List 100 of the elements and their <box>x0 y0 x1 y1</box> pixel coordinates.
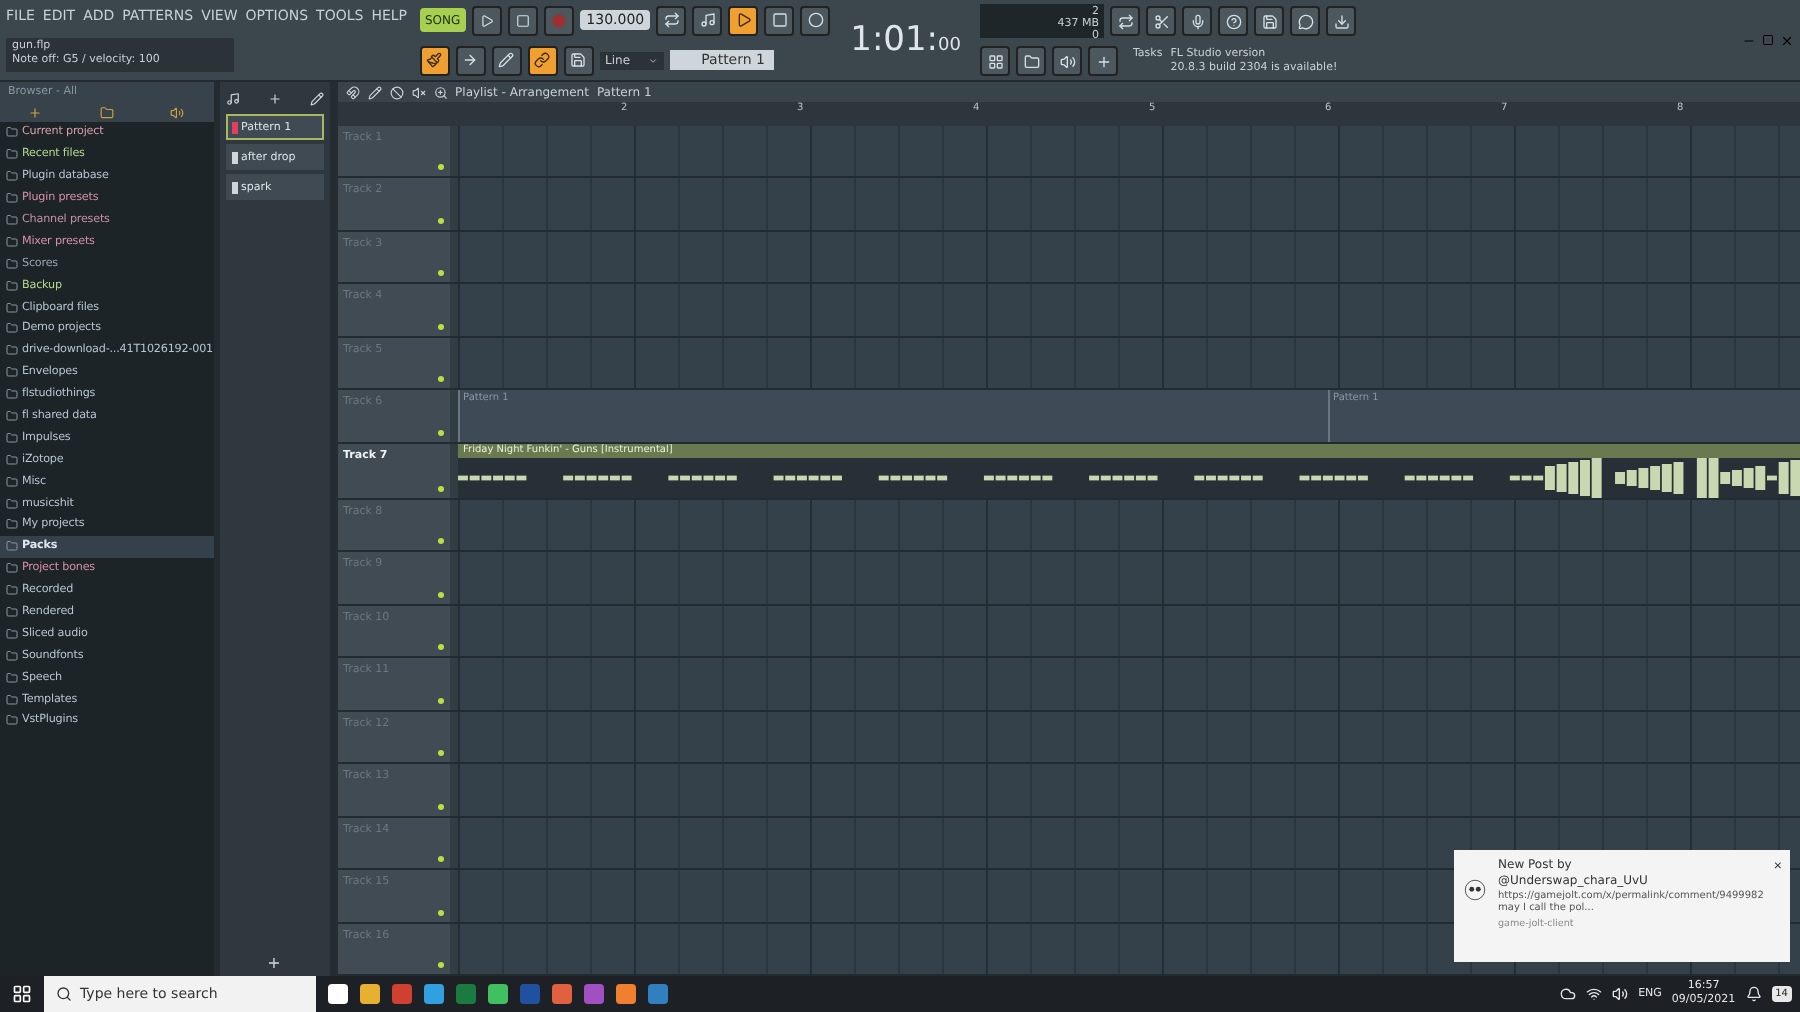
folder-icon <box>1023 53 1040 69</box>
caret-icon <box>647 55 657 65</box>
folder-icon <box>6 562 18 575</box>
plus-icon[interactable] <box>267 91 282 105</box>
track-lane[interactable] <box>457 711 1800 763</box>
track-mute-dot[interactable] <box>437 909 444 916</box>
pencil-icon <box>498 52 514 68</box>
track-mute-dot[interactable] <box>437 270 444 277</box>
window-button[interactable] <box>1016 46 1047 76</box>
folder-icon <box>6 388 18 401</box>
circle-toggle[interactable] <box>800 5 831 35</box>
play-button[interactable] <box>472 5 503 35</box>
save-button[interactable] <box>563 45 593 75</box>
folder-icon <box>6 714 18 727</box>
add-pattern-button[interactable]: + <box>225 954 324 972</box>
folder-icon <box>6 279 18 292</box>
scissors-button[interactable] <box>1146 6 1177 36</box>
folder-icon <box>6 170 18 183</box>
zoom-icon[interactable] <box>433 85 448 99</box>
track-mute-dot[interactable] <box>437 376 444 383</box>
track-lane[interactable] <box>457 126 1800 177</box>
track-lane[interactable] <box>457 337 1800 389</box>
folder-icon <box>6 584 18 597</box>
start-icon[interactable] <box>12 984 32 1004</box>
help-icon <box>1225 13 1242 29</box>
track-mute-dot[interactable] <box>437 538 444 545</box>
chat-button[interactable] <box>1290 6 1321 36</box>
note-toggle[interactable] <box>692 5 723 35</box>
track-mute-dot[interactable] <box>437 750 444 757</box>
loop-icon <box>663 12 680 28</box>
track-mute-dot[interactable] <box>437 803 444 810</box>
folder-icon <box>6 322 18 335</box>
refresh-icon <box>1117 13 1134 29</box>
track-lane[interactable] <box>457 499 1800 551</box>
track-lane[interactable] <box>457 605 1800 657</box>
folder-icon <box>6 344 18 357</box>
stop-button[interactable] <box>508 5 539 35</box>
pencil-button[interactable] <box>491 45 521 75</box>
folder-icon <box>6 671 18 684</box>
track-mute-dot[interactable] <box>437 962 444 969</box>
play-toggle[interactable] <box>728 5 759 35</box>
square-icon <box>771 12 788 28</box>
track-mute-dot[interactable] <box>437 485 444 492</box>
track-mute-dot[interactable] <box>437 323 444 330</box>
pencil-icon[interactable] <box>367 85 382 99</box>
folder-icon <box>6 410 18 423</box>
window-button[interactable] <box>1052 46 1083 76</box>
track-mute-dot[interactable] <box>437 856 444 863</box>
download-button[interactable] <box>1326 6 1357 36</box>
folder-icon <box>6 257 18 270</box>
refresh-button[interactable] <box>1110 6 1141 36</box>
save-icon <box>1261 13 1278 29</box>
speaker-icon <box>1059 53 1076 69</box>
track-mute-dot[interactable] <box>437 429 444 436</box>
speaker-icon[interactable] <box>411 85 426 99</box>
cloud-icon[interactable] <box>1560 986 1577 1002</box>
track-lane[interactable] <box>457 764 1800 816</box>
track-lane[interactable] <box>457 284 1800 336</box>
wifi-icon[interactable] <box>1586 986 1603 1002</box>
folder-icon <box>6 606 18 619</box>
folder-icon <box>6 518 18 531</box>
window-button[interactable] <box>1088 46 1119 76</box>
square-toggle[interactable] <box>764 5 795 35</box>
microphone-icon <box>1189 13 1206 29</box>
track-lane[interactable] <box>457 178 1800 230</box>
loop-toggle[interactable] <box>656 5 687 35</box>
folder-icon[interactable] <box>99 105 114 119</box>
arrow-button[interactable] <box>455 45 485 75</box>
link-icon <box>534 52 550 68</box>
folder-icon <box>6 301 18 314</box>
track-mute-dot[interactable] <box>437 591 444 598</box>
track-mute-dot[interactable] <box>437 644 444 651</box>
track-mute-dot[interactable] <box>437 164 444 171</box>
folder-icon <box>6 649 18 662</box>
magnet-icon[interactable] <box>345 85 360 99</box>
track-lane[interactable] <box>457 658 1800 710</box>
track-lane[interactable] <box>457 231 1800 283</box>
microphone-button[interactable] <box>1182 6 1213 36</box>
chat-icon <box>1297 13 1314 29</box>
plus-icon[interactable] <box>28 105 43 119</box>
folder-icon <box>6 214 18 226</box>
brush-button[interactable] <box>419 45 449 75</box>
record-icon <box>552 13 567 27</box>
link-button[interactable] <box>527 45 557 75</box>
folder-icon <box>6 366 18 379</box>
save-button[interactable] <box>1254 6 1285 36</box>
note-icon <box>699 12 716 28</box>
window-button[interactable] <box>980 46 1011 76</box>
help-button[interactable] <box>1218 6 1249 36</box>
speaker-icon[interactable] <box>1612 986 1629 1002</box>
track-mute-dot[interactable] <box>437 217 444 224</box>
mute-icon[interactable] <box>389 85 404 99</box>
search-icon <box>56 986 72 1002</box>
notification-icon[interactable] <box>1745 986 1762 1002</box>
piano-icon[interactable] <box>225 91 240 105</box>
track-lane[interactable] <box>457 552 1800 604</box>
folder-icon <box>6 235 18 248</box>
save-icon <box>570 52 586 68</box>
pencil-icon[interactable] <box>309 91 324 105</box>
track-mute-dot[interactable] <box>437 697 444 704</box>
